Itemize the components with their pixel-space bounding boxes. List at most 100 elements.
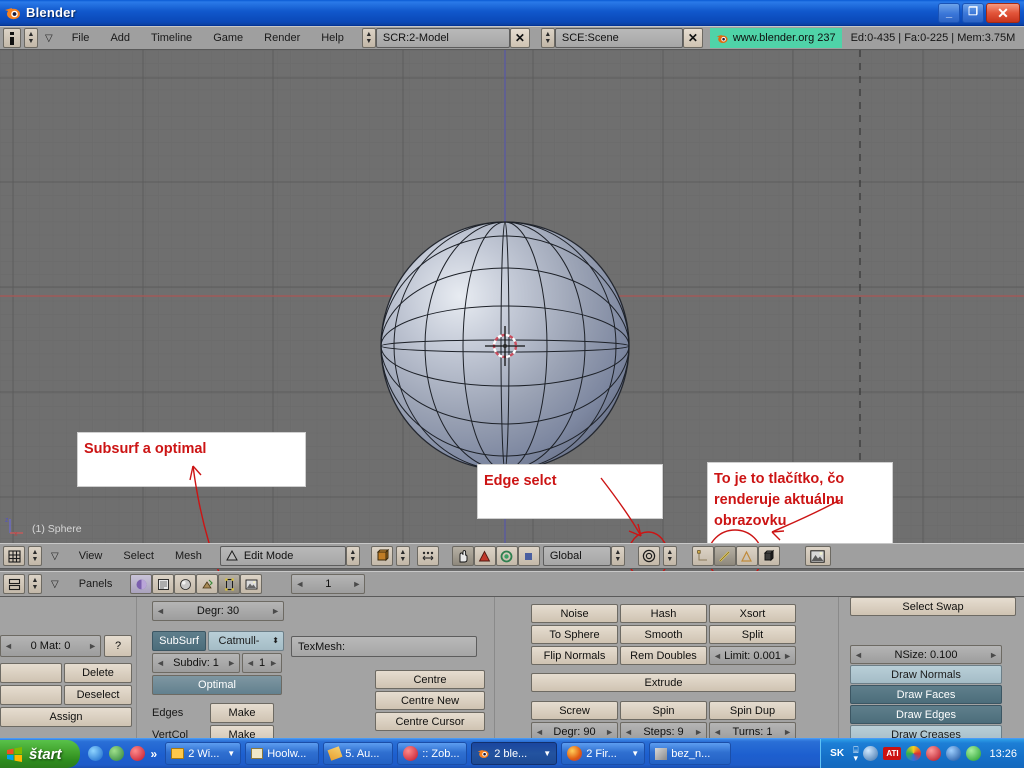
menu-game[interactable]: Game xyxy=(204,32,252,44)
frame-right-arrow[interactable]: ► xyxy=(352,579,361,589)
menu-file[interactable]: File xyxy=(63,32,99,44)
antivirus-icon[interactable] xyxy=(946,746,962,761)
centre-button[interactable]: Centre xyxy=(375,670,485,689)
material-index-button[interactable]: ◄ 0 Mat: 0 ► xyxy=(0,635,101,657)
deselect-button[interactable]: Deselect xyxy=(64,685,132,705)
subdiv-left-arrow[interactable]: ◄ xyxy=(156,658,165,668)
buttons-window-type-stepper[interactable]: ▲ ▼ xyxy=(28,574,42,594)
dots-icon[interactable] xyxy=(416,546,439,566)
degr-button[interactable]: ◄ Degr: 30 ► xyxy=(152,601,284,621)
hand-translate-icon[interactable] xyxy=(451,546,474,566)
colors-icon[interactable] xyxy=(906,746,922,761)
ati-icon[interactable]: ATI xyxy=(883,747,902,760)
scene-selector-stepper[interactable]: ▲ ▼ xyxy=(540,28,555,48)
scene-name-field[interactable]: SCE:Scene xyxy=(554,28,683,48)
task-button-opera[interactable]: :: Zob... xyxy=(397,742,468,765)
subsurf-toggle-button[interactable]: SubSurf xyxy=(152,631,206,651)
browser-icon[interactable] xyxy=(108,746,124,761)
subsurf-type-select[interactable]: Catmull- ⬍ xyxy=(208,631,284,651)
degr-left-arrow[interactable]: ◄ xyxy=(156,606,165,616)
centre-new-button[interactable]: Centre New xyxy=(375,691,485,710)
texmesh-field[interactable]: TexMesh: xyxy=(291,636,477,657)
mode-selector[interactable]: Edit Mode ▲ ▼ xyxy=(219,546,360,566)
chevron-down-icon[interactable]: ▼ xyxy=(227,749,235,758)
more-chevrons-icon[interactable]: » xyxy=(151,747,158,761)
hash-button[interactable]: Hash xyxy=(620,604,707,623)
delete-screen-button[interactable]: ✕ xyxy=(509,28,530,48)
render-levels-right-arrow[interactable]: ► xyxy=(269,658,278,668)
frame-field[interactable]: ◄ 1 ► xyxy=(291,574,366,594)
transform-orientation-stepper[interactable]: ▲ ▼ xyxy=(610,546,625,566)
task-button-blender[interactable]: 2 ble... ▼ xyxy=(471,742,558,765)
occlude-geometry-icon[interactable] xyxy=(757,546,780,566)
scale-manipulator-icon[interactable] xyxy=(495,546,518,566)
to-sphere-button[interactable]: To Sphere xyxy=(531,625,618,644)
vertex-select-icon[interactable] xyxy=(691,546,714,566)
limit-button[interactable]: ◄ Limit: 0.001 ► xyxy=(709,646,796,665)
edge-select-icon[interactable] xyxy=(713,546,736,566)
opera-icon[interactable] xyxy=(129,746,145,761)
spin-button[interactable]: Spin xyxy=(620,701,707,720)
rotate-manipulator-icon[interactable] xyxy=(473,546,496,566)
screw-degr-right-arrow[interactable]: ► xyxy=(605,727,614,737)
transform-orientation-selector[interactable]: Global ▲ ▼ xyxy=(542,546,625,566)
assign-button[interactable]: Assign xyxy=(0,707,132,727)
object-icon[interactable] xyxy=(152,574,175,594)
menu-view[interactable]: View xyxy=(70,550,112,562)
menu-mesh[interactable]: Mesh xyxy=(166,550,211,562)
start-button[interactable]: štart xyxy=(0,740,80,768)
subdiv-right-arrow[interactable]: ► xyxy=(227,658,236,668)
window-type-buttons-icon[interactable] xyxy=(3,574,25,594)
mat-right-arrow[interactable]: ► xyxy=(88,641,97,651)
mode-stepper[interactable]: ▲ ▼ xyxy=(345,546,360,566)
layers-stepper[interactable]: ▲ ▼ xyxy=(662,546,677,566)
draw-faces-toggle[interactable]: Draw Faces xyxy=(850,685,1002,704)
steps-right-arrow[interactable]: ► xyxy=(694,727,703,737)
material-icon[interactable] xyxy=(174,574,197,594)
split-button[interactable]: Split xyxy=(709,625,796,644)
chevron-down-icon[interactable]: ▽ xyxy=(45,551,67,562)
minimize-button[interactable]: _ xyxy=(938,2,960,23)
xsort-button[interactable]: Xsort xyxy=(709,604,796,623)
nsize-left-arrow[interactable]: ◄ xyxy=(854,650,863,660)
language-indicator[interactable]: SK xyxy=(830,748,844,759)
frame-number-button[interactable]: ◄ 1 ► xyxy=(291,574,366,594)
editing-icon[interactable] xyxy=(218,574,241,594)
delete-scene-button[interactable]: ✕ xyxy=(682,28,703,48)
chevron-down-icon[interactable]: ▽ xyxy=(41,33,60,44)
chevron-down-icon[interactable]: ▼ xyxy=(631,749,639,758)
flip-normals-button[interactable]: Flip Normals xyxy=(531,646,618,665)
task-button-audacity[interactable]: 5. Au... xyxy=(323,742,394,765)
limit-left-arrow[interactable]: ◄ xyxy=(713,651,722,661)
material-help-button[interactable]: ? xyxy=(104,635,132,657)
delete-button[interactable]: Delete xyxy=(64,663,132,683)
scene-icon[interactable] xyxy=(196,574,219,594)
spin-dup-button[interactable]: Spin Dup xyxy=(709,701,796,720)
screw-button[interactable]: Screw xyxy=(531,701,618,720)
scripts-icon[interactable] xyxy=(240,574,263,594)
keyboard-layout-icon[interactable]: ⌸ ▾ xyxy=(853,745,858,762)
screen-name-field[interactable]: SCR:2-Model xyxy=(375,28,510,48)
layers-icon[interactable] xyxy=(637,546,660,566)
nsize-button[interactable]: ◄ NSize: 0.100 ► xyxy=(850,645,1002,664)
opera-icon[interactable] xyxy=(926,746,942,761)
draw-normals-toggle[interactable]: Draw Normals xyxy=(850,665,1002,684)
window-type-info-icon[interactable] xyxy=(3,28,21,48)
panels-label[interactable]: Panels xyxy=(70,578,122,590)
turns-left-arrow[interactable]: ◄ xyxy=(713,727,722,737)
shading-solid-icon[interactable] xyxy=(370,546,393,566)
square-manipulator-icon[interactable] xyxy=(517,546,540,566)
restore-button[interactable]: ❐ xyxy=(962,2,984,23)
menu-timeline[interactable]: Timeline xyxy=(142,32,201,44)
nsize-right-arrow[interactable]: ► xyxy=(989,650,998,660)
frame-left-arrow[interactable]: ◄ xyxy=(295,579,304,589)
render-levels-left-arrow[interactable]: ◄ xyxy=(246,658,255,668)
task-button-hoolw[interactable]: Hoolw... xyxy=(245,742,320,765)
taskbar-clock[interactable]: 13:26 xyxy=(989,748,1017,760)
media-player-icon[interactable] xyxy=(87,746,103,761)
face-select-icon[interactable] xyxy=(735,546,758,566)
3d-viewport[interactable]: z x (1) Sphere Subsurf a optimal Edge se… xyxy=(0,50,1024,543)
chevron-down-icon[interactable]: ▽ xyxy=(45,579,67,590)
task-button-paint[interactable]: bez_n... xyxy=(649,742,732,765)
subdiv-button[interactable]: ◄ Subdiv: 1 ► xyxy=(152,653,240,673)
